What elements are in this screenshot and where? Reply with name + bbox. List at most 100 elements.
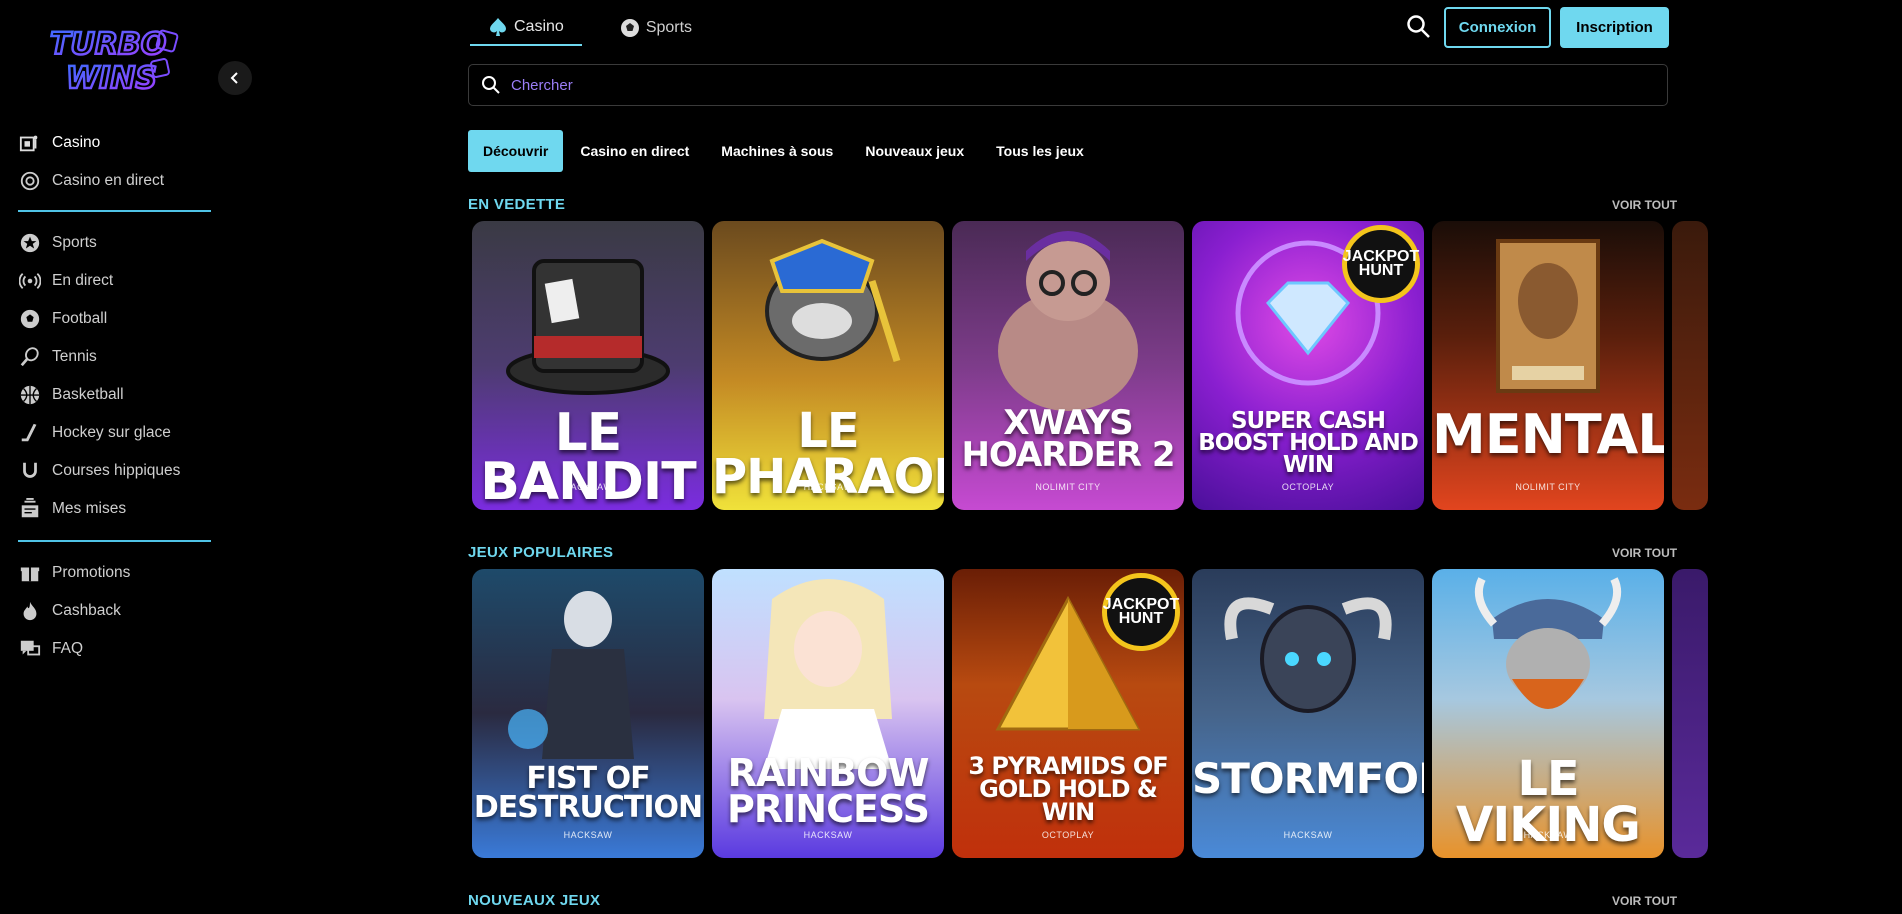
sidebar-divider [18, 540, 211, 542]
tab-casino[interactable]: Casino [470, 10, 582, 46]
bets-icon [18, 497, 42, 521]
game-provider: HACKSAW [803, 482, 853, 492]
login-button[interactable]: Connexion [1444, 7, 1551, 48]
collapse-sidebar-button[interactable] [218, 61, 252, 95]
sidebar-item-promotions[interactable]: Promotions [18, 554, 211, 592]
game-provider: HACKSAW [803, 830, 853, 840]
signup-button[interactable]: Inscription [1560, 7, 1669, 48]
search-icon [482, 76, 500, 94]
tennis-icon [18, 345, 42, 369]
game-title: SUPER CASH BOOST HOLD AND WIN [1198, 408, 1419, 478]
faq-icon [18, 637, 42, 661]
casino-icon [18, 131, 42, 155]
category-tabs: Découvrir Casino en direct Machines à so… [468, 130, 1101, 172]
fire-icon [18, 599, 42, 623]
hoarder-character-image [998, 231, 1138, 411]
sidebar-item-hockey[interactable]: Hockey sur glace [18, 414, 211, 452]
game-art [1432, 221, 1664, 510]
game-card[interactable]: XWAYS HOARDER 2 NOLIMIT CITY [952, 221, 1184, 510]
live-casino-icon [18, 169, 42, 193]
see-all-link[interactable]: VOIR TOUT [1612, 546, 1677, 560]
game-provider: OCTOPLAY [1281, 482, 1335, 492]
game-title: XWAYS HOARDER 2 [961, 403, 1175, 476]
game-card-partial[interactable] [1672, 569, 1708, 858]
game-card[interactable]: FIST OF DESTRUCTION HACKSAW [472, 569, 704, 858]
sidebar: TURBO WINS Casino Casino en direct Sport… [0, 0, 252, 914]
game-card-partial[interactable] [1672, 221, 1708, 510]
see-all-link[interactable]: VOIR TOUT [1612, 198, 1677, 212]
viking-character-image [1475, 577, 1621, 709]
game-card[interactable]: LE BANDIT HACKSAW [472, 221, 704, 510]
section-title-new-games: NOUVEAUX JEUX [468, 892, 601, 909]
patient-portrait-image [1496, 239, 1600, 393]
game-provider: HACKSAW [1523, 830, 1573, 840]
game-card[interactable]: JACKPOT HUNT 3 PYRAMIDS OF GOLD HOLD & W… [952, 569, 1184, 858]
game-card[interactable]: RAINBOW PRINCESS HACKSAW [712, 569, 944, 858]
game-card[interactable]: MENTAL NOLIMIT CITY [1432, 221, 1664, 510]
sidebar-item-label: Cashback [52, 602, 121, 619]
game-provider: HACKSAW [563, 830, 613, 840]
tab-discover[interactable]: Découvrir [468, 130, 564, 172]
featured-games-row: LE BANDIT HACKSAW LE PHARAOH HACKSAW [472, 221, 1712, 511]
tab-slots[interactable]: Machines à sous [706, 130, 848, 172]
sidebar-item-label: Tennis [52, 348, 97, 365]
sidebar-item-casino[interactable]: Casino [18, 124, 211, 162]
basketball-icon [18, 383, 42, 407]
sidebar-item-label: FAQ [52, 640, 84, 657]
tab-all-games[interactable]: Tous les jeux [981, 130, 1099, 172]
sidebar-divider [18, 210, 211, 212]
sidebar-item-cashback[interactable]: Cashback [18, 592, 211, 630]
game-provider: HACKSAW [563, 482, 613, 492]
popular-games-row: FIST OF DESTRUCTION HACKSAW RAINBOW PRIN… [472, 569, 1712, 859]
see-all-link[interactable]: VOIR TOUT [1612, 894, 1677, 908]
raccoon-pharaoh-image [765, 238, 901, 363]
search-input[interactable] [511, 76, 1611, 94]
sidebar-item-label: Basketball [52, 386, 124, 403]
princess-image [764, 579, 892, 769]
search-bar [468, 64, 1668, 106]
game-provider: NOLIMIT CITY [1515, 482, 1581, 492]
jackpot-hunt-badge: JACKPOT HUNT [1342, 225, 1420, 303]
product-tabs: Casino Sports [470, 10, 710, 46]
game-card[interactable]: LE PHARAOH HACKSAW [712, 221, 944, 510]
hockey-icon [18, 421, 42, 445]
sidebar-item-label: Mes mises [52, 500, 127, 517]
sidebar-item-basketball[interactable]: Basketball [18, 376, 211, 414]
sidebar-item-football[interactable]: Football [18, 300, 211, 338]
search-icon[interactable] [1406, 14, 1432, 40]
game-card[interactable]: LE VIKING HACKSAW [1432, 569, 1664, 858]
game-art [1192, 569, 1424, 858]
sidebar-item-sports[interactable]: Sports [18, 224, 211, 262]
tab-sports[interactable]: Sports [602, 10, 710, 46]
game-title: 3 PYRAMIDS OF GOLD HOLD & WIN [968, 752, 1168, 826]
game-title: RAINBOW PRINCESS [727, 751, 930, 832]
tab-new-games[interactable]: Nouveaux jeux [850, 130, 979, 172]
sidebar-item-faq[interactable]: FAQ [18, 630, 211, 668]
sidebar-item-live[interactable]: En direct [18, 262, 211, 300]
game-card[interactable]: STORMFORGED HACKSAW [1192, 569, 1424, 858]
nav-group-sports: Sports En direct Football Tennis Basketb… [18, 224, 211, 528]
sidebar-item-label: Sports [52, 234, 97, 251]
game-title: FIST OF DESTRUCTION [473, 761, 703, 825]
sidebar-item-my-bets[interactable]: Mes mises [18, 490, 211, 528]
game-card[interactable]: JACKPOT HUNT SUPER CASH BOOST HOLD AND W… [1192, 221, 1424, 510]
sports-icon [18, 231, 42, 255]
warrior-image [508, 591, 634, 759]
sidebar-item-label: En direct [52, 272, 114, 289]
sidebar-item-live-casino[interactable]: Casino en direct [18, 162, 211, 200]
chevron-left-icon [230, 72, 238, 84]
game-title: STORMFORGED [1192, 754, 1424, 803]
sidebar-item-horse-racing[interactable]: Courses hippiques [18, 452, 211, 490]
live-broadcast-icon [18, 269, 42, 293]
top-hat-image [506, 259, 670, 395]
turbo-wins-logo[interactable]: TURBO WINS [48, 20, 180, 98]
game-art [1672, 221, 1708, 510]
gift-icon [18, 561, 42, 585]
tab-live-casino[interactable]: Casino en direct [565, 130, 704, 172]
svg-text:TURBO: TURBO [50, 27, 166, 62]
tab-label: Sports [645, 19, 693, 36]
horseshoe-icon [18, 459, 42, 483]
spade-icon [490, 18, 506, 36]
sidebar-item-tennis[interactable]: Tennis [18, 338, 211, 376]
nav-group-casino: Casino Casino en direct [18, 124, 211, 200]
